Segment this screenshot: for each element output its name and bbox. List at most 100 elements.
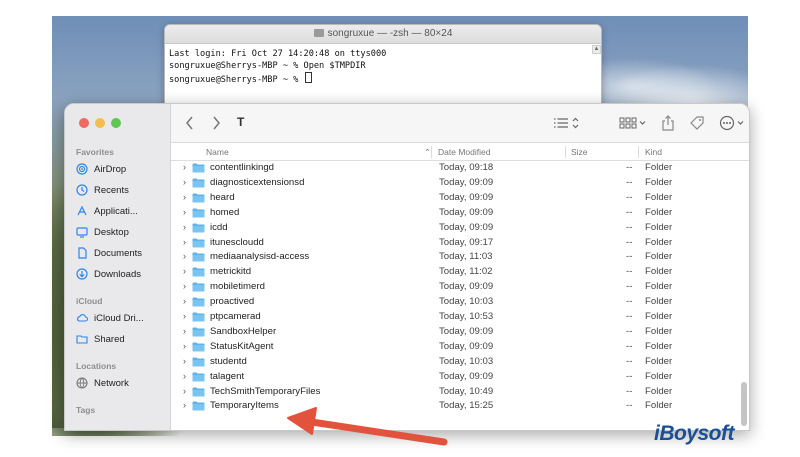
terminal-line: songruxue@Sherrys-MBP ~ % Open $TMPDIR <box>169 61 366 71</box>
shared-folder-icon <box>76 335 88 344</box>
sidebar-item-label: Shared <box>94 333 125 345</box>
table-row[interactable]: › itunescloudd Today, 09:17 -- Folder <box>171 236 737 251</box>
column-divider[interactable] <box>431 146 432 158</box>
disclosure-chevron-icon[interactable]: › <box>183 251 186 261</box>
minimize-window-button[interactable] <box>95 118 105 128</box>
back-button[interactable] <box>185 115 195 131</box>
table-row[interactable]: › homed Today, 09:09 -- Folder <box>171 206 737 221</box>
file-name: mediaanalysisd-access <box>210 251 310 263</box>
table-row[interactable]: › TemporaryItems Today, 15:25 -- Folder <box>171 399 737 414</box>
column-divider[interactable] <box>565 146 566 158</box>
scroll-up-icon[interactable]: ▲ <box>592 45 601 54</box>
terminal-output[interactable]: Last login: Fri Oct 27 14:20:48 on ttys0… <box>165 44 601 90</box>
folder-icon <box>192 223 205 233</box>
forward-button[interactable] <box>211 115 221 131</box>
file-date-modified: Today, 11:03 <box>439 251 493 263</box>
terminal-title-bar[interactable]: songruxue — -zsh — 80×24 <box>165 25 601 44</box>
column-size[interactable]: Size <box>571 147 588 157</box>
sidebar-item-shared[interactable]: Shared <box>76 330 125 348</box>
disclosure-chevron-icon[interactable]: › <box>183 326 186 336</box>
file-date-modified: Today, 09:09 <box>439 221 494 233</box>
view-options-button[interactable] <box>553 115 581 131</box>
sidebar-item-applications[interactable]: Applicati... <box>76 202 138 220</box>
table-row[interactable]: › TechSmithTemporaryFiles Today, 10:49 -- Fo… <box>171 385 737 400</box>
window-controls <box>79 118 121 128</box>
sidebar-item-airdrop[interactable]: AirDrop <box>76 160 126 178</box>
group-button[interactable] <box>619 115 647 131</box>
action-button[interactable] <box>719 115 747 131</box>
table-row[interactable]: › mobiletimerd Today, 09:09 -- Folder <box>171 280 737 295</box>
folder-icon <box>192 297 205 307</box>
file-size: -- <box>626 221 633 233</box>
table-row[interactable]: › studentd Today, 10:03 -- Folder <box>171 355 737 370</box>
folder-icon <box>192 238 205 247</box>
disclosure-chevron-icon[interactable]: › <box>183 177 186 187</box>
watermark-text: iBoysoft <box>654 422 735 445</box>
file-kind: Folder <box>645 266 673 278</box>
table-row[interactable]: › ptpcamerad Today, 10:53 -- Folder <box>171 310 737 325</box>
sidebar-section-icloud: iCloud <box>76 296 103 306</box>
disclosure-chevron-icon[interactable]: › <box>183 400 186 410</box>
disclosure-chevron-icon[interactable]: › <box>183 207 186 217</box>
file-name: proactived <box>210 296 255 308</box>
folder-title: T <box>237 115 245 129</box>
disclosure-chevron-icon[interactable]: › <box>183 162 186 172</box>
disclosure-chevron-icon[interactable]: › <box>183 356 186 366</box>
disclosure-chevron-icon[interactable]: › <box>183 371 186 381</box>
column-divider[interactable] <box>638 146 639 158</box>
finder-sidebar: Favorites AirDrop Recents Applicati... D… <box>65 104 171 430</box>
file-name: studentd <box>210 355 247 367</box>
terminal-window[interactable]: songruxue — -zsh — 80×24 Last login: Fri… <box>164 24 602 112</box>
sidebar-item-downloads[interactable]: Downloads <box>76 265 141 283</box>
table-row[interactable]: › mediaanalysisd-access Today, 11:03 -- Fold… <box>171 250 737 265</box>
file-date-modified: Today, 09:18 <box>439 162 494 173</box>
table-row[interactable]: › heard Today, 09:09 -- Folder <box>171 191 737 206</box>
table-row[interactable]: › metrickitd Today, 11:02 -- Folder <box>171 265 737 280</box>
share-button[interactable] <box>661 115 675 131</box>
finder-window[interactable]: Favorites AirDrop Recents Applicati... D… <box>64 103 750 431</box>
disclosure-chevron-icon[interactable]: › <box>183 266 186 276</box>
file-date-modified: Today, 10:49 <box>439 385 494 397</box>
file-size: -- <box>626 191 633 203</box>
disclosure-chevron-icon[interactable]: › <box>183 386 186 396</box>
tags-button[interactable] <box>689 115 705 131</box>
terminal-scrollbar[interactable]: ▲ <box>592 45 601 107</box>
table-row[interactable]: › SandboxHelper Today, 09:09 -- Folder <box>171 325 737 340</box>
disclosure-chevron-icon[interactable]: › <box>183 296 186 306</box>
file-kind: Folder <box>645 385 673 397</box>
vertical-scrollbar[interactable] <box>741 164 747 428</box>
file-size: -- <box>626 162 633 173</box>
sidebar-item-documents[interactable]: Documents <box>76 244 142 262</box>
table-row[interactable]: › diagnosticextensionsd Today, 09:09 -- Fold… <box>171 176 737 191</box>
table-row[interactable]: › StatusKitAgent Today, 09:09 -- Folder <box>171 340 737 355</box>
column-kind[interactable]: Kind <box>645 147 662 157</box>
column-name[interactable]: Name <box>206 147 229 157</box>
scrollbar-thumb[interactable] <box>741 382 747 426</box>
sidebar-section-favorites: Favorites <box>76 147 114 157</box>
file-date-modified: Today, 09:09 <box>439 325 494 337</box>
disclosure-chevron-icon[interactable]: › <box>183 281 186 291</box>
terminal-line: Last login: Fri Oct 27 14:20:48 on ttys0… <box>169 49 387 59</box>
column-date-modified[interactable]: Date Modified <box>438 147 490 157</box>
sidebar-item-label: iCloud Dri... <box>94 312 144 324</box>
file-name: SandboxHelper <box>210 325 277 337</box>
zoom-window-button[interactable] <box>111 118 121 128</box>
close-window-button[interactable] <box>79 118 89 128</box>
table-row[interactable]: › icdd Today, 09:09 -- Folder <box>171 221 737 236</box>
table-row[interactable]: › contentlinkingd Today, 09:18 -- Folder <box>171 161 737 176</box>
file-size: -- <box>626 296 633 308</box>
disclosure-chevron-icon[interactable]: › <box>183 222 186 232</box>
disclosure-chevron-icon[interactable]: › <box>183 311 186 321</box>
sidebar-item-icloud-drive[interactable]: iCloud Dri... <box>76 309 144 327</box>
file-date-modified: Today, 09:17 <box>439 236 494 248</box>
file-date-modified: Today, 09:09 <box>439 370 494 382</box>
sidebar-item-recents[interactable]: Recents <box>76 181 129 199</box>
disclosure-chevron-icon[interactable]: › <box>183 237 186 247</box>
table-row[interactable]: › talagent Today, 09:09 -- Folder <box>171 370 737 385</box>
sidebar-item-network[interactable]: Network <box>76 374 129 392</box>
table-row[interactable]: › proactived Today, 10:03 -- Folder <box>171 295 737 310</box>
disclosure-chevron-icon[interactable]: › <box>183 341 186 351</box>
sidebar-item-desktop[interactable]: Desktop <box>76 223 129 241</box>
disclosure-chevron-icon[interactable]: › <box>183 192 186 202</box>
sidebar-item-label: Downloads <box>94 268 141 280</box>
